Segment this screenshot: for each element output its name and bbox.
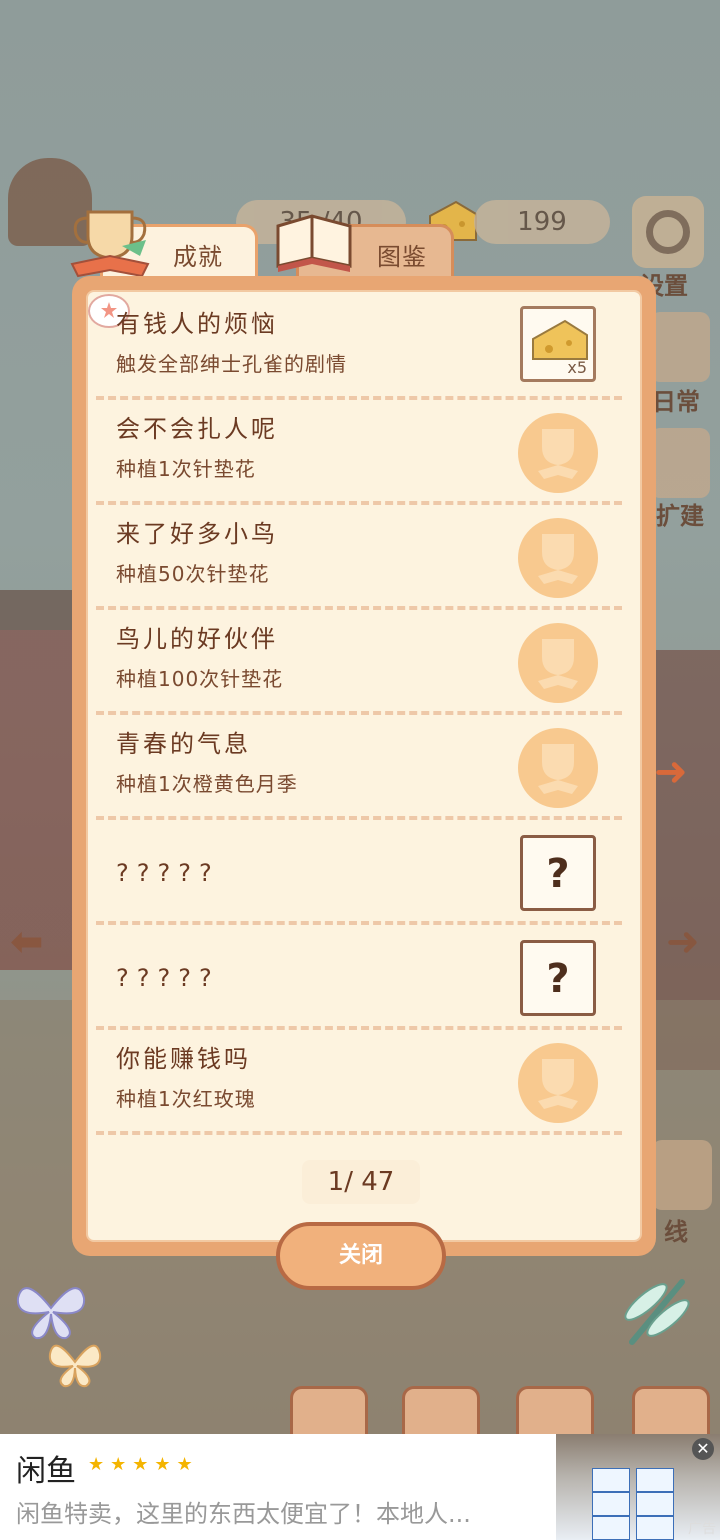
arrow-right-icon[interactable]: ➜ — [654, 752, 700, 792]
trophy-medal-icon — [518, 1043, 598, 1123]
achievement-desc: 触发全部绅士孔雀的剧情 — [116, 352, 347, 376]
butterfly-yellow-icon[interactable] — [46, 1336, 104, 1390]
trophy-medal-icon — [518, 728, 598, 808]
book-icon — [276, 214, 352, 272]
achievement-title: 有钱人的烦恼 — [116, 310, 278, 338]
background-building-left — [0, 590, 75, 970]
row-divider — [96, 816, 622, 820]
achievement-row[interactable]: ?????? — [88, 821, 622, 925]
achievement-title: 来了好多小鸟 — [116, 520, 278, 548]
reward-count: x5 — [567, 358, 587, 377]
daily-label: 日常 — [652, 388, 700, 416]
achievement-title: 你能赚钱吗 — [116, 1045, 251, 1073]
achievement-row[interactable]: 鸟儿的好伙伴种植100次针垫花 — [88, 611, 622, 715]
row-divider — [96, 1131, 622, 1135]
achievement-row[interactable]: ?????? — [88, 926, 622, 1030]
gear-icon — [646, 210, 690, 254]
row-divider — [96, 501, 622, 505]
trophy-medal-icon — [518, 518, 598, 598]
achievement-desc: 种植50次针垫花 — [116, 562, 270, 586]
row-divider — [96, 396, 622, 400]
achievement-desc: 种植1次针垫花 — [116, 457, 256, 481]
row-divider — [96, 606, 622, 610]
ad-tag: 广告 — [688, 1521, 716, 1537]
arrow-right-secondary-icon[interactable]: ➜ — [666, 922, 712, 962]
arrow-left-icon[interactable]: ⬅ — [10, 922, 56, 962]
tab-handbook-label: 图鉴 — [377, 243, 427, 271]
achievement-title: 鸟儿的好伙伴 — [116, 625, 278, 653]
unknown-reward-icon: ? — [520, 940, 596, 1016]
achievement-row[interactable]: 会不会扎人呢种植1次针垫花 — [88, 401, 622, 505]
cheese-reward-icon[interactable]: x5 — [520, 306, 596, 382]
build-button[interactable] — [650, 428, 710, 498]
achievement-row[interactable]: 有钱人的烦恼触发全部绅士孔雀的剧情 x5 — [88, 294, 622, 400]
dock-stall-button[interactable] — [402, 1386, 480, 1440]
trophy-medal-icon — [518, 623, 598, 703]
page-indicator: 1/ 47 — [302, 1160, 420, 1204]
ad-image[interactable]: ✕ 广告 — [556, 1434, 720, 1540]
dragonfly-icon[interactable] — [612, 1262, 702, 1352]
daily-button[interactable] — [650, 312, 710, 382]
cheese-counter: 199 — [474, 200, 610, 244]
line-label: 线 — [664, 1218, 688, 1246]
ad-text: 闲鱼特卖，这里的东西太便宜了！本地人... — [16, 1500, 471, 1528]
row-divider — [96, 711, 622, 715]
trophy-icon — [70, 210, 150, 278]
achievement-title: 青春的气息 — [116, 730, 251, 758]
butterfly-icon[interactable] — [14, 1278, 88, 1342]
achievement-title-hidden: ????? — [116, 859, 220, 887]
ad-rating-stars: ★★★★★ — [88, 1454, 199, 1475]
ad-title: 闲鱼 — [16, 1454, 76, 1489]
achievement-row[interactable]: 你能赚钱吗种植1次红玫瑰 — [88, 1031, 622, 1135]
dock-window-button[interactable] — [290, 1386, 368, 1440]
row-divider — [96, 921, 622, 925]
tab-achievements-label: 成就 — [173, 243, 223, 271]
achievement-desc: 种植100次针垫花 — [116, 667, 284, 691]
achievement-desc: 种植1次红玫瑰 — [116, 1087, 256, 1111]
ad-banner[interactable]: 闲鱼 ★★★★★ 闲鱼特卖，这里的东西太便宜了！本地人... ✕ 广告 — [0, 1434, 720, 1540]
achievement-desc: 种植1次橙黄色月季 — [116, 772, 298, 796]
achievement-row[interactable]: 来了好多小鸟种植50次针垫花 — [88, 506, 622, 610]
settings-button[interactable] — [632, 196, 704, 268]
dock-trophy-button[interactable] — [632, 1386, 710, 1440]
row-divider — [96, 1026, 622, 1030]
build-label: 扩建 — [656, 502, 704, 530]
line-button[interactable] — [652, 1140, 712, 1210]
achievement-title-hidden: ????? — [116, 964, 220, 992]
ad-close-button[interactable]: ✕ — [692, 1438, 714, 1460]
unknown-reward-icon: ? — [520, 835, 596, 911]
close-button[interactable]: 关闭 — [276, 1222, 446, 1290]
dock-basket-button[interactable] — [516, 1386, 594, 1440]
cheese-count: 199 — [517, 207, 567, 237]
trophy-medal-icon — [518, 413, 598, 493]
achievement-row[interactable]: 青春的气息种植1次橙黄色月季 — [88, 716, 622, 820]
achievement-title: 会不会扎人呢 — [116, 415, 278, 443]
